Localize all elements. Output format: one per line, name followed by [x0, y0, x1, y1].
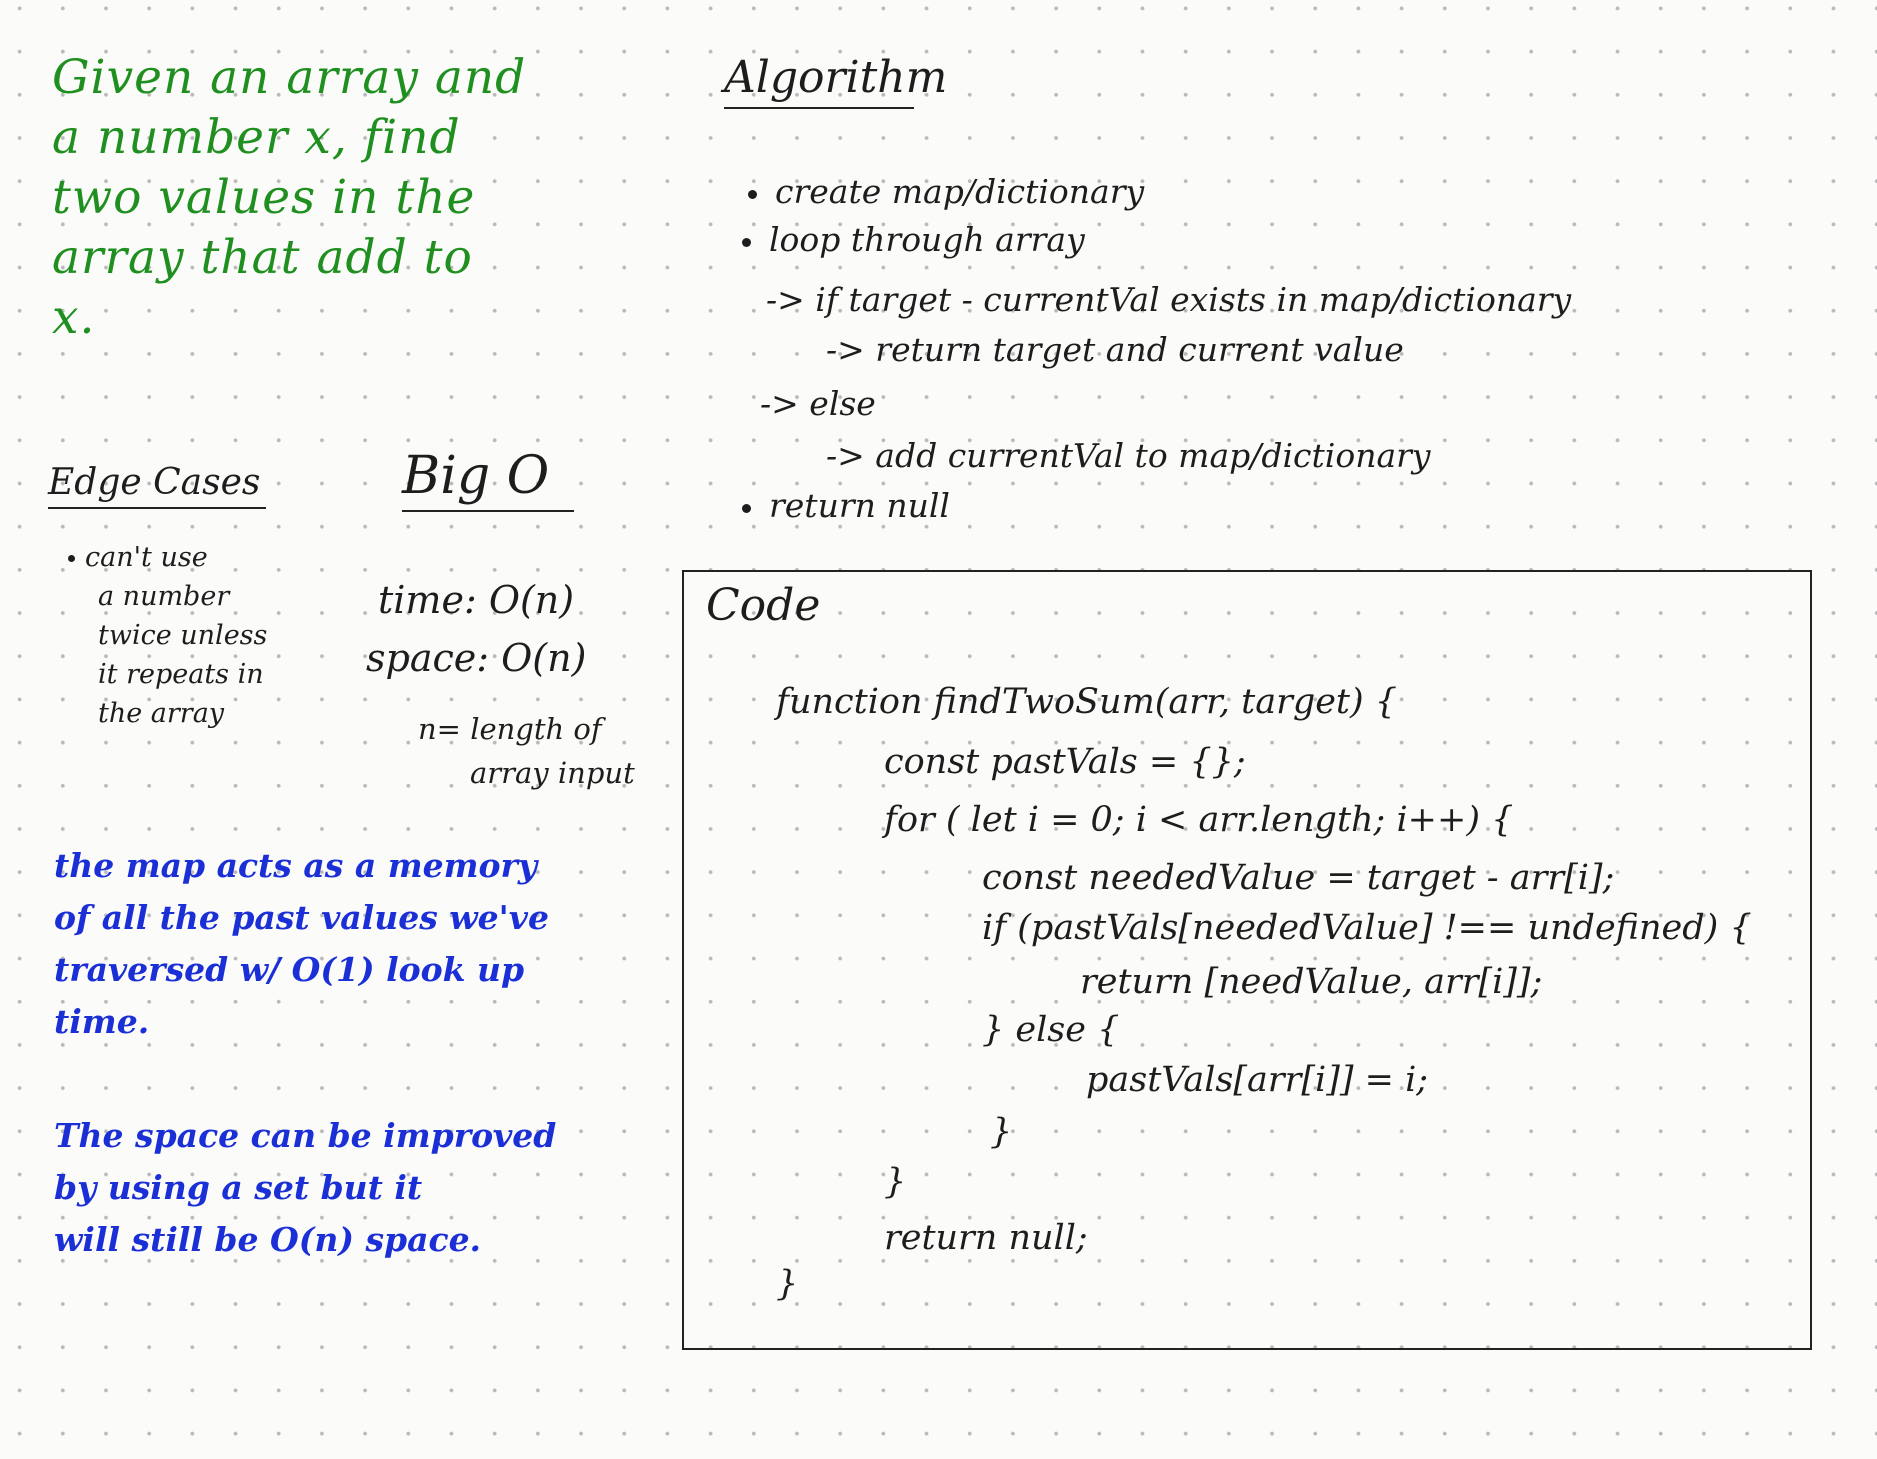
note-line: traversed w/ O(1) look up	[54, 950, 525, 989]
algorithm-substep: -> return target and current value	[826, 330, 1404, 369]
edge-case-line: the array	[98, 698, 225, 729]
code-line: if (pastVals[neededValue] !== undefined)…	[982, 908, 1752, 948]
code-line: } else {	[982, 1010, 1120, 1050]
code-line: return [needValue, arr[i]];	[1080, 962, 1543, 1002]
note-line: time.	[54, 1002, 150, 1041]
big-o-heading: Big O	[402, 446, 574, 512]
code-line: const pastVals = {};	[884, 742, 1246, 782]
algorithm-substep: -> add currentVal to map/dictionary	[826, 436, 1431, 475]
edge-cases-list: can't use a number twice unless it repea…	[68, 538, 267, 733]
algorithm-step: return null	[742, 486, 950, 525]
code-line: for ( let i = 0; i < arr.length; i++) {	[884, 800, 1514, 840]
bullet-icon	[742, 503, 751, 513]
note-line: will still be O(n) space.	[54, 1220, 482, 1259]
note-line: the map acts as a memory	[54, 846, 538, 885]
bullet-icon	[748, 189, 757, 199]
note-line: The space can be improved	[54, 1116, 557, 1155]
note-line: by using a set but it	[54, 1168, 423, 1207]
space-complexity: space: O(n)	[366, 636, 587, 680]
edge-cases-heading: Edge Cases	[48, 462, 266, 509]
algorithm-step: create map/dictionary	[748, 172, 1144, 211]
problem-line: x.	[52, 290, 96, 345]
algorithm-step: loop through array	[742, 220, 1085, 259]
code-line: function findTwoSum(arr, target) {	[776, 682, 1398, 722]
code-line: }	[884, 1162, 907, 1202]
n-definition: n= length of	[418, 712, 602, 746]
problem-line: array that add to	[52, 230, 473, 285]
space-note: The space can be improved by using a set…	[54, 1110, 556, 1266]
code-line: }	[776, 1264, 799, 1304]
code-line: }	[990, 1112, 1013, 1152]
time-complexity: time: O(n)	[378, 578, 575, 622]
edge-case-line: it repeats in	[98, 659, 264, 690]
map-note: the map acts as a memory of all the past…	[54, 840, 549, 1048]
algorithm-substep: -> if target - currentVal exists in map/…	[766, 280, 1572, 319]
algorithm-heading: Algorithm	[724, 52, 947, 109]
n-definition: array input	[470, 756, 635, 790]
edge-case-line: twice unless	[98, 620, 268, 651]
bullet-icon	[68, 555, 75, 562]
problem-line: two values in the	[52, 170, 476, 225]
edge-case-line: can't use	[68, 538, 267, 577]
bullet-icon	[742, 237, 751, 247]
problem-statement: Given an array and a number x, find two …	[52, 48, 612, 348]
problem-line: a number x, find	[52, 110, 461, 165]
edge-case-line: a number	[98, 581, 230, 612]
problem-line: Given an array and	[52, 50, 527, 105]
code-line: const neededValue = target - arr[i];	[982, 858, 1615, 898]
code-title: Code	[706, 580, 821, 631]
code-line: pastVals[arr[i]] = i;	[1086, 1060, 1429, 1100]
note-line: of all the past values we've	[54, 898, 549, 937]
code-line: return null;	[884, 1218, 1088, 1258]
algorithm-substep: -> else	[760, 384, 876, 423]
